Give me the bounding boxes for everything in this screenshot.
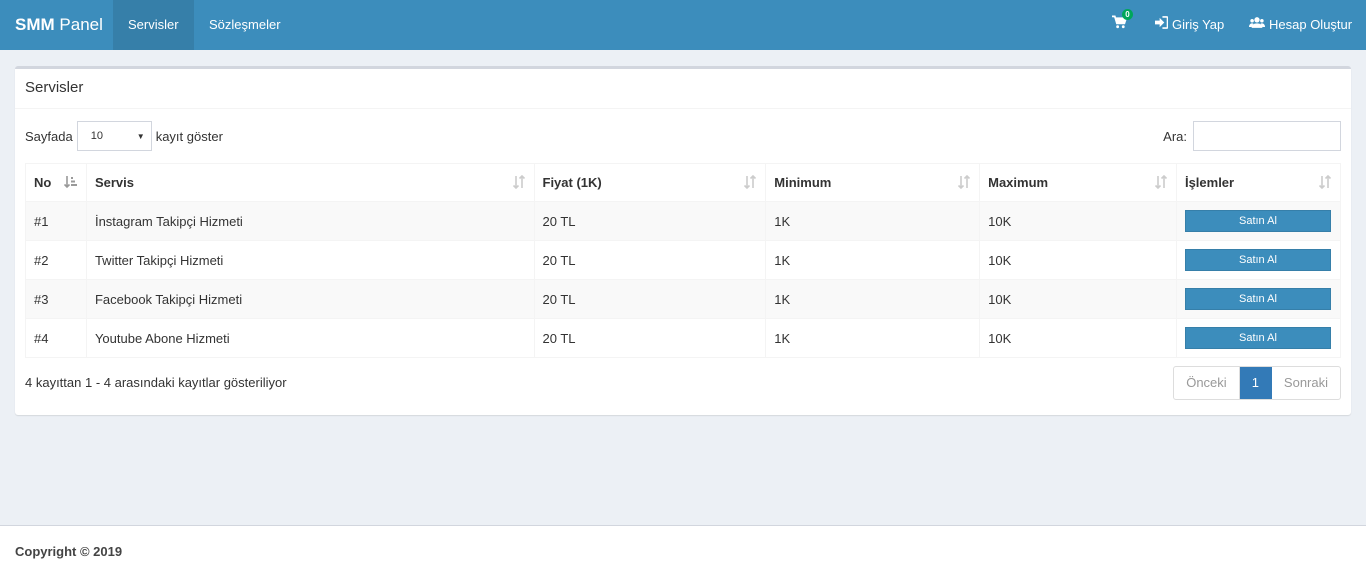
cell-minimum: 1K xyxy=(765,240,981,280)
sort-both-icon xyxy=(512,175,525,189)
cart-icon xyxy=(1112,0,1128,50)
box-header: Servisler xyxy=(15,69,1351,109)
cell-actions: Satın Al xyxy=(1176,280,1340,319)
cell-actions: Satın Al xyxy=(1176,241,1340,280)
pagination: Önceki 1 Sonraki xyxy=(1173,366,1341,400)
cell-maximum: 10K xyxy=(979,318,1177,358)
tab-services[interactable]: Servisler xyxy=(113,0,194,50)
cell-service: Twitter Takipçi Hizmeti xyxy=(86,240,535,280)
services-box: Servisler Sayfada 10 ▼ kayıt göster Ara:… xyxy=(15,66,1351,415)
cell-minimum: 1K xyxy=(765,279,981,319)
top-navbar: SMM Panel Servisler Sözleşmeler 0 Giriş … xyxy=(0,0,1366,50)
table-header-row: No Servis Fiyat (1K) Minimum Maximum İşl… xyxy=(25,163,1341,202)
cell-minimum: 1K xyxy=(765,201,981,241)
buy-button[interactable]: Satın Al xyxy=(1184,210,1331,232)
table-row: #4 Youtube Abone Hizmeti 20 TL 1K 10K Sa… xyxy=(25,318,1341,358)
brand-rest-text: Panel xyxy=(54,15,103,34)
col-header-label: Minimum xyxy=(774,175,832,190)
cart-button[interactable]: 0 xyxy=(1112,0,1142,50)
services-table: No Servis Fiyat (1K) Minimum Maximum İşl… xyxy=(25,163,1341,358)
cell-no: #4 xyxy=(25,318,87,358)
tab-agreements[interactable]: Sözleşmeler xyxy=(194,0,296,50)
buy-button[interactable]: Satın Al xyxy=(1184,288,1331,310)
sort-both-icon xyxy=(1318,175,1332,189)
brand-logo[interactable]: SMM Panel xyxy=(15,15,103,35)
cell-no: #1 xyxy=(25,201,87,241)
pagination-page-1[interactable]: 1 xyxy=(1239,367,1272,399)
cell-service: İnstagram Takipçi Hizmeti xyxy=(86,201,535,241)
cell-service: Youtube Abone Hizmeti xyxy=(86,318,535,358)
copyright-text: Copyright © 2019 xyxy=(15,544,123,559)
col-header-actions[interactable]: İşlemler xyxy=(1176,164,1340,202)
col-header-label: Servis xyxy=(94,175,134,190)
table-info-text: 4 kayıttan 1 - 4 arasındaki kayıtlar gös… xyxy=(25,375,287,390)
users-icon xyxy=(1249,0,1265,50)
page-length-value: 10 xyxy=(90,130,103,142)
table-row: #2 Twitter Takipçi Hizmeti 20 TL 1K 10K … xyxy=(25,240,1341,280)
length-suffix-label: kayıt göster xyxy=(155,128,223,144)
search-input[interactable] xyxy=(1193,121,1341,151)
sort-both-icon xyxy=(958,175,971,189)
cell-maximum: 10K xyxy=(979,279,1177,319)
col-header-label: No xyxy=(34,175,52,190)
table-row: #3 Facebook Takipçi Hizmeti 20 TL 1K 10K… xyxy=(25,279,1341,319)
pagination-next[interactable]: Sonraki xyxy=(1272,367,1340,399)
search-control: Ara: xyxy=(1163,121,1341,151)
cell-price: 20 TL xyxy=(534,201,767,241)
cell-price: 20 TL xyxy=(534,240,767,280)
col-header-price[interactable]: Fiyat (1K) xyxy=(534,163,767,202)
page-length-control: Sayfada 10 ▼ kayıt göster xyxy=(25,121,223,151)
col-header-maximum[interactable]: Maximum xyxy=(979,163,1177,202)
register-label: Hesap Oluştur xyxy=(1269,17,1353,32)
length-prefix-label: Sayfada xyxy=(25,128,73,144)
col-header-service[interactable]: Servis xyxy=(86,163,535,202)
sort-ascending-icon xyxy=(63,176,77,189)
sort-both-icon xyxy=(744,175,757,189)
footer: Copyright © 2019 xyxy=(0,525,1366,576)
sign-in-icon xyxy=(1155,0,1169,50)
cell-price: 20 TL xyxy=(534,279,767,319)
cell-actions: Satın Al xyxy=(1176,202,1340,241)
login-link[interactable]: Giriş Yap xyxy=(1155,0,1224,50)
buy-button[interactable]: Satın Al xyxy=(1184,327,1331,349)
col-header-label: Fiyat (1K) xyxy=(542,175,602,190)
cell-no: #3 xyxy=(25,279,87,319)
col-header-label: Maximum xyxy=(988,175,1049,190)
buy-button[interactable]: Satın Al xyxy=(1184,249,1331,271)
cell-maximum: 10K xyxy=(979,240,1177,280)
cell-no: #2 xyxy=(25,240,87,280)
register-link[interactable]: Hesap Oluştur xyxy=(1249,0,1352,50)
table-row: #1 İnstagram Takipçi Hizmeti 20 TL 1K 10… xyxy=(25,201,1341,241)
cart-count-badge: 0 xyxy=(1122,9,1133,20)
cell-actions: Satın Al xyxy=(1176,319,1340,358)
col-header-no[interactable]: No xyxy=(25,163,87,202)
cell-maximum: 10K xyxy=(979,201,1177,241)
dropdown-caret-icon: ▼ xyxy=(136,131,145,141)
search-label: Ara: xyxy=(1163,128,1187,144)
brand-bold-text: SMM xyxy=(15,15,55,34)
pagination-prev[interactable]: Önceki xyxy=(1174,367,1240,399)
cell-service: Facebook Takipçi Hizmeti xyxy=(86,279,535,319)
col-header-label: İşlemler xyxy=(1184,175,1235,190)
box-title: Servisler xyxy=(25,79,84,96)
login-label: Giriş Yap xyxy=(1172,17,1225,32)
page-length-select[interactable]: 10 ▼ xyxy=(76,121,152,151)
cell-minimum: 1K xyxy=(765,318,981,358)
col-header-minimum[interactable]: Minimum xyxy=(765,163,981,202)
cell-price: 20 TL xyxy=(534,318,767,358)
sort-both-icon xyxy=(1154,175,1168,189)
